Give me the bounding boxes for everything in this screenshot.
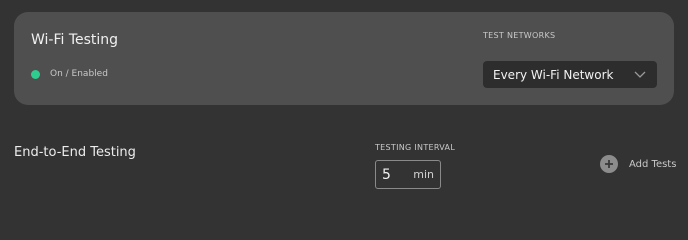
test-networks-select[interactable]: Every Wi-Fi Network	[483, 61, 657, 88]
status-dot-icon	[31, 69, 40, 79]
testing-interval-value: 5	[382, 166, 391, 183]
testing-interval-unit: min	[413, 168, 434, 181]
chevron-down-icon	[633, 68, 647, 82]
test-networks-value: Every Wi-Fi Network	[493, 67, 614, 82]
testing-interval-label: TESTING INTERVAL	[375, 143, 456, 152]
wifi-status: On / Enabled	[31, 68, 108, 80]
test-networks-label: TEST NETWORKS	[483, 31, 556, 40]
add-tests-button[interactable]: Add Tests	[600, 155, 676, 173]
plus-circle-icon	[600, 155, 618, 173]
add-tests-label: Add Tests	[629, 158, 677, 170]
testing-interval-input[interactable]: 5 min	[375, 160, 441, 189]
wifi-status-text: On / Enabled	[50, 69, 108, 79]
wifi-testing-card: Wi-Fi Testing On / Enabled TEST NETWORKS…	[14, 12, 674, 105]
end-to-end-testing-title: End-to-End Testing	[14, 145, 136, 160]
wifi-testing-title: Wi-Fi Testing	[31, 32, 119, 48]
